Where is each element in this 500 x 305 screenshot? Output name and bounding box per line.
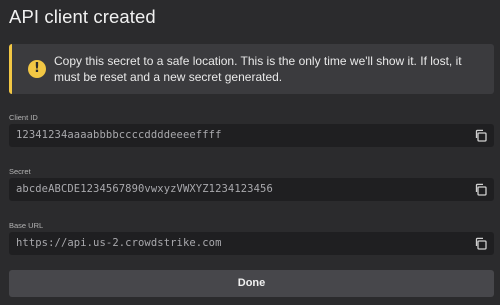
secret-value: abcdeABCDE1234567890vwxyzVWXYZ1234123456: [16, 183, 273, 195]
client-id-field: 12341234aaaabbbbccccddddeeeeffff: [9, 124, 494, 147]
done-button[interactable]: Done: [9, 270, 494, 297]
alert-message: Copy this secret to a safe location. Thi…: [54, 54, 462, 84]
client-id-value: 12341234aaaabbbbccccddddeeeeffff: [16, 129, 222, 141]
secret-field: abcdeABCDE1234567890vwxyzVWXYZ1234123456: [9, 178, 494, 201]
client-id-label: Client ID: [9, 113, 38, 122]
secret-warning-alert: ! Copy this secret to a safe location. T…: [9, 44, 494, 94]
base-url-value: https://api.us-2.crowdstrike.com: [16, 237, 222, 249]
copy-icon[interactable]: [474, 183, 487, 196]
copy-icon[interactable]: [474, 237, 487, 250]
exclamation-icon: !: [28, 60, 46, 78]
base-url-label: Base URL: [9, 221, 44, 230]
dialog-title: API client created: [9, 6, 156, 27]
base-url-field: https://api.us-2.crowdstrike.com: [9, 232, 494, 255]
copy-icon[interactable]: [474, 129, 487, 142]
secret-label: Secret: [9, 167, 31, 176]
